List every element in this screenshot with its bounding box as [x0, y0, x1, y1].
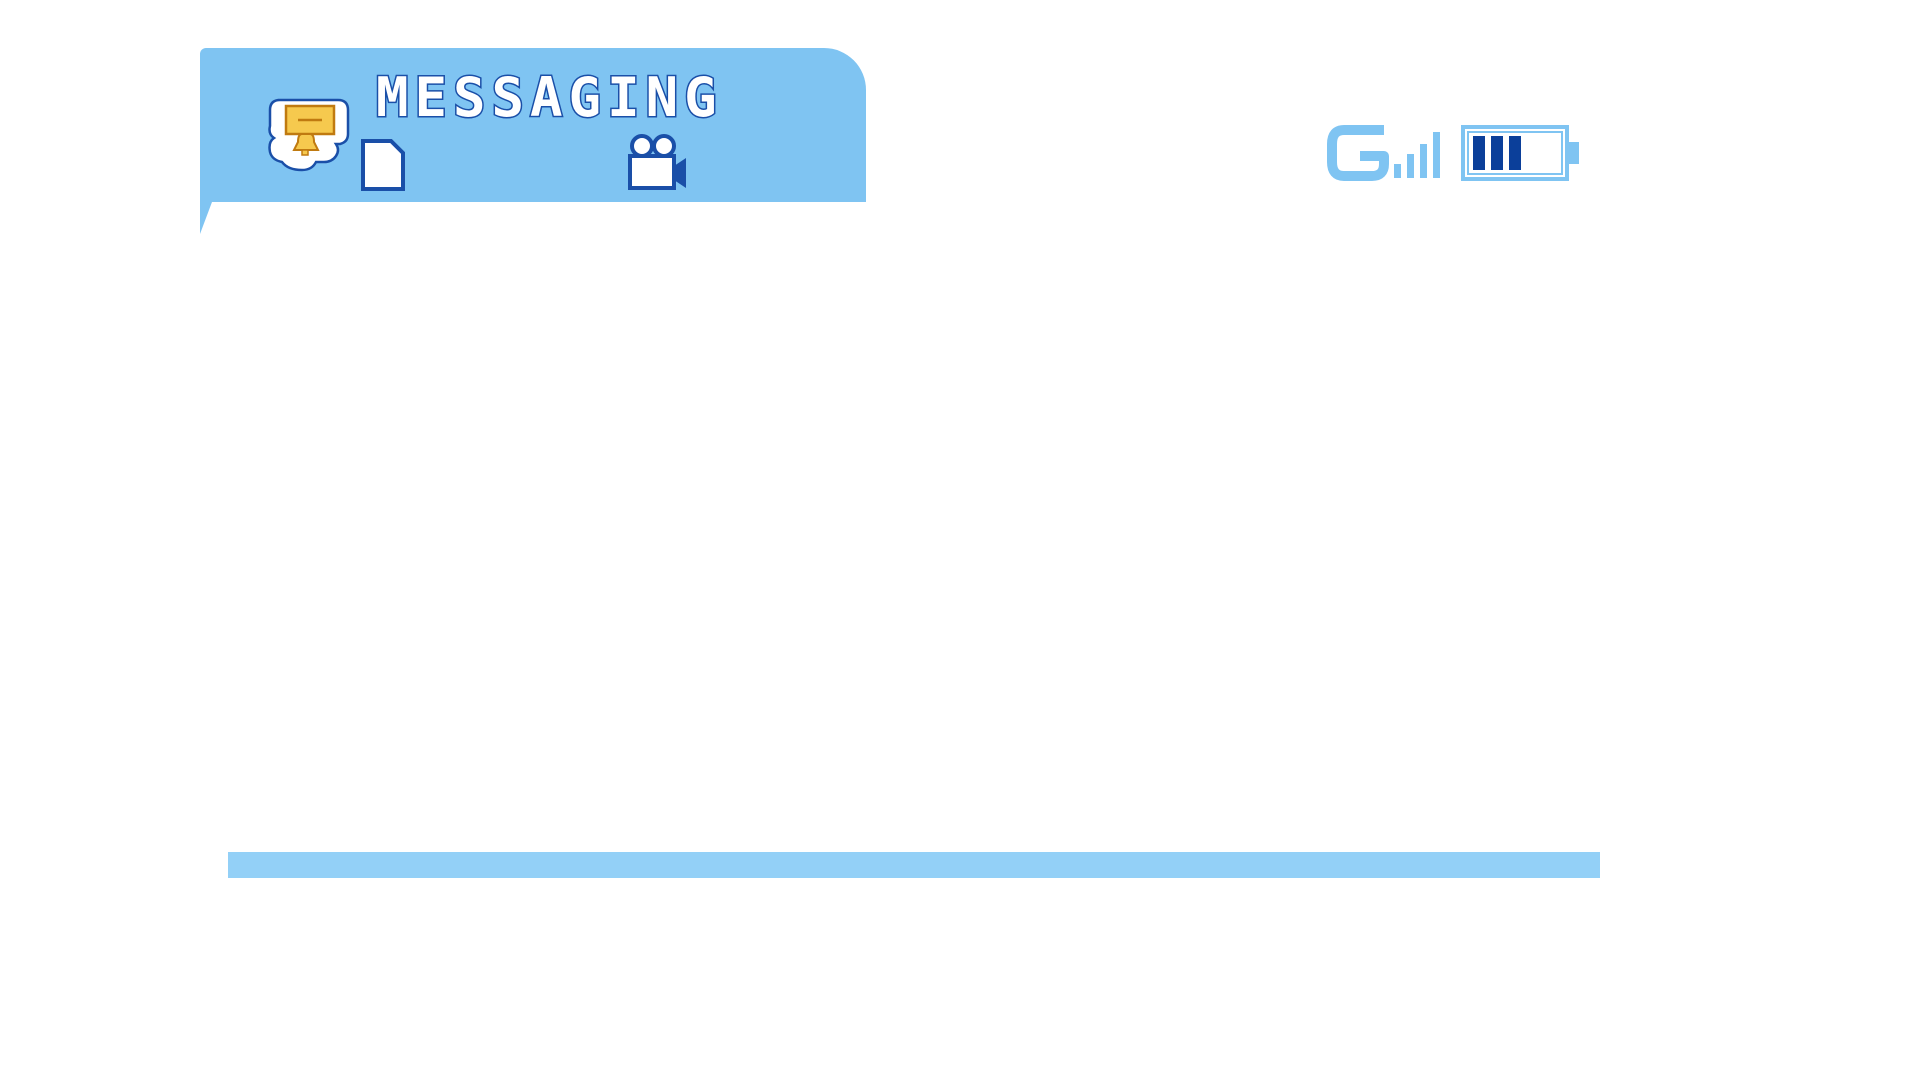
network-type-icon: G [1327, 125, 1389, 181]
message-input-bar[interactable] [228, 852, 1600, 878]
video-camera-icon[interactable] [626, 134, 690, 192]
document-icon[interactable] [360, 138, 406, 192]
messaging-screen: MESSAGING G [0, 0, 1920, 1080]
app-title: MESSAGING [375, 66, 723, 129]
signal-strength-icon [1394, 132, 1440, 178]
battery-icon [1461, 125, 1579, 181]
message-notification-icon[interactable] [268, 94, 354, 176]
